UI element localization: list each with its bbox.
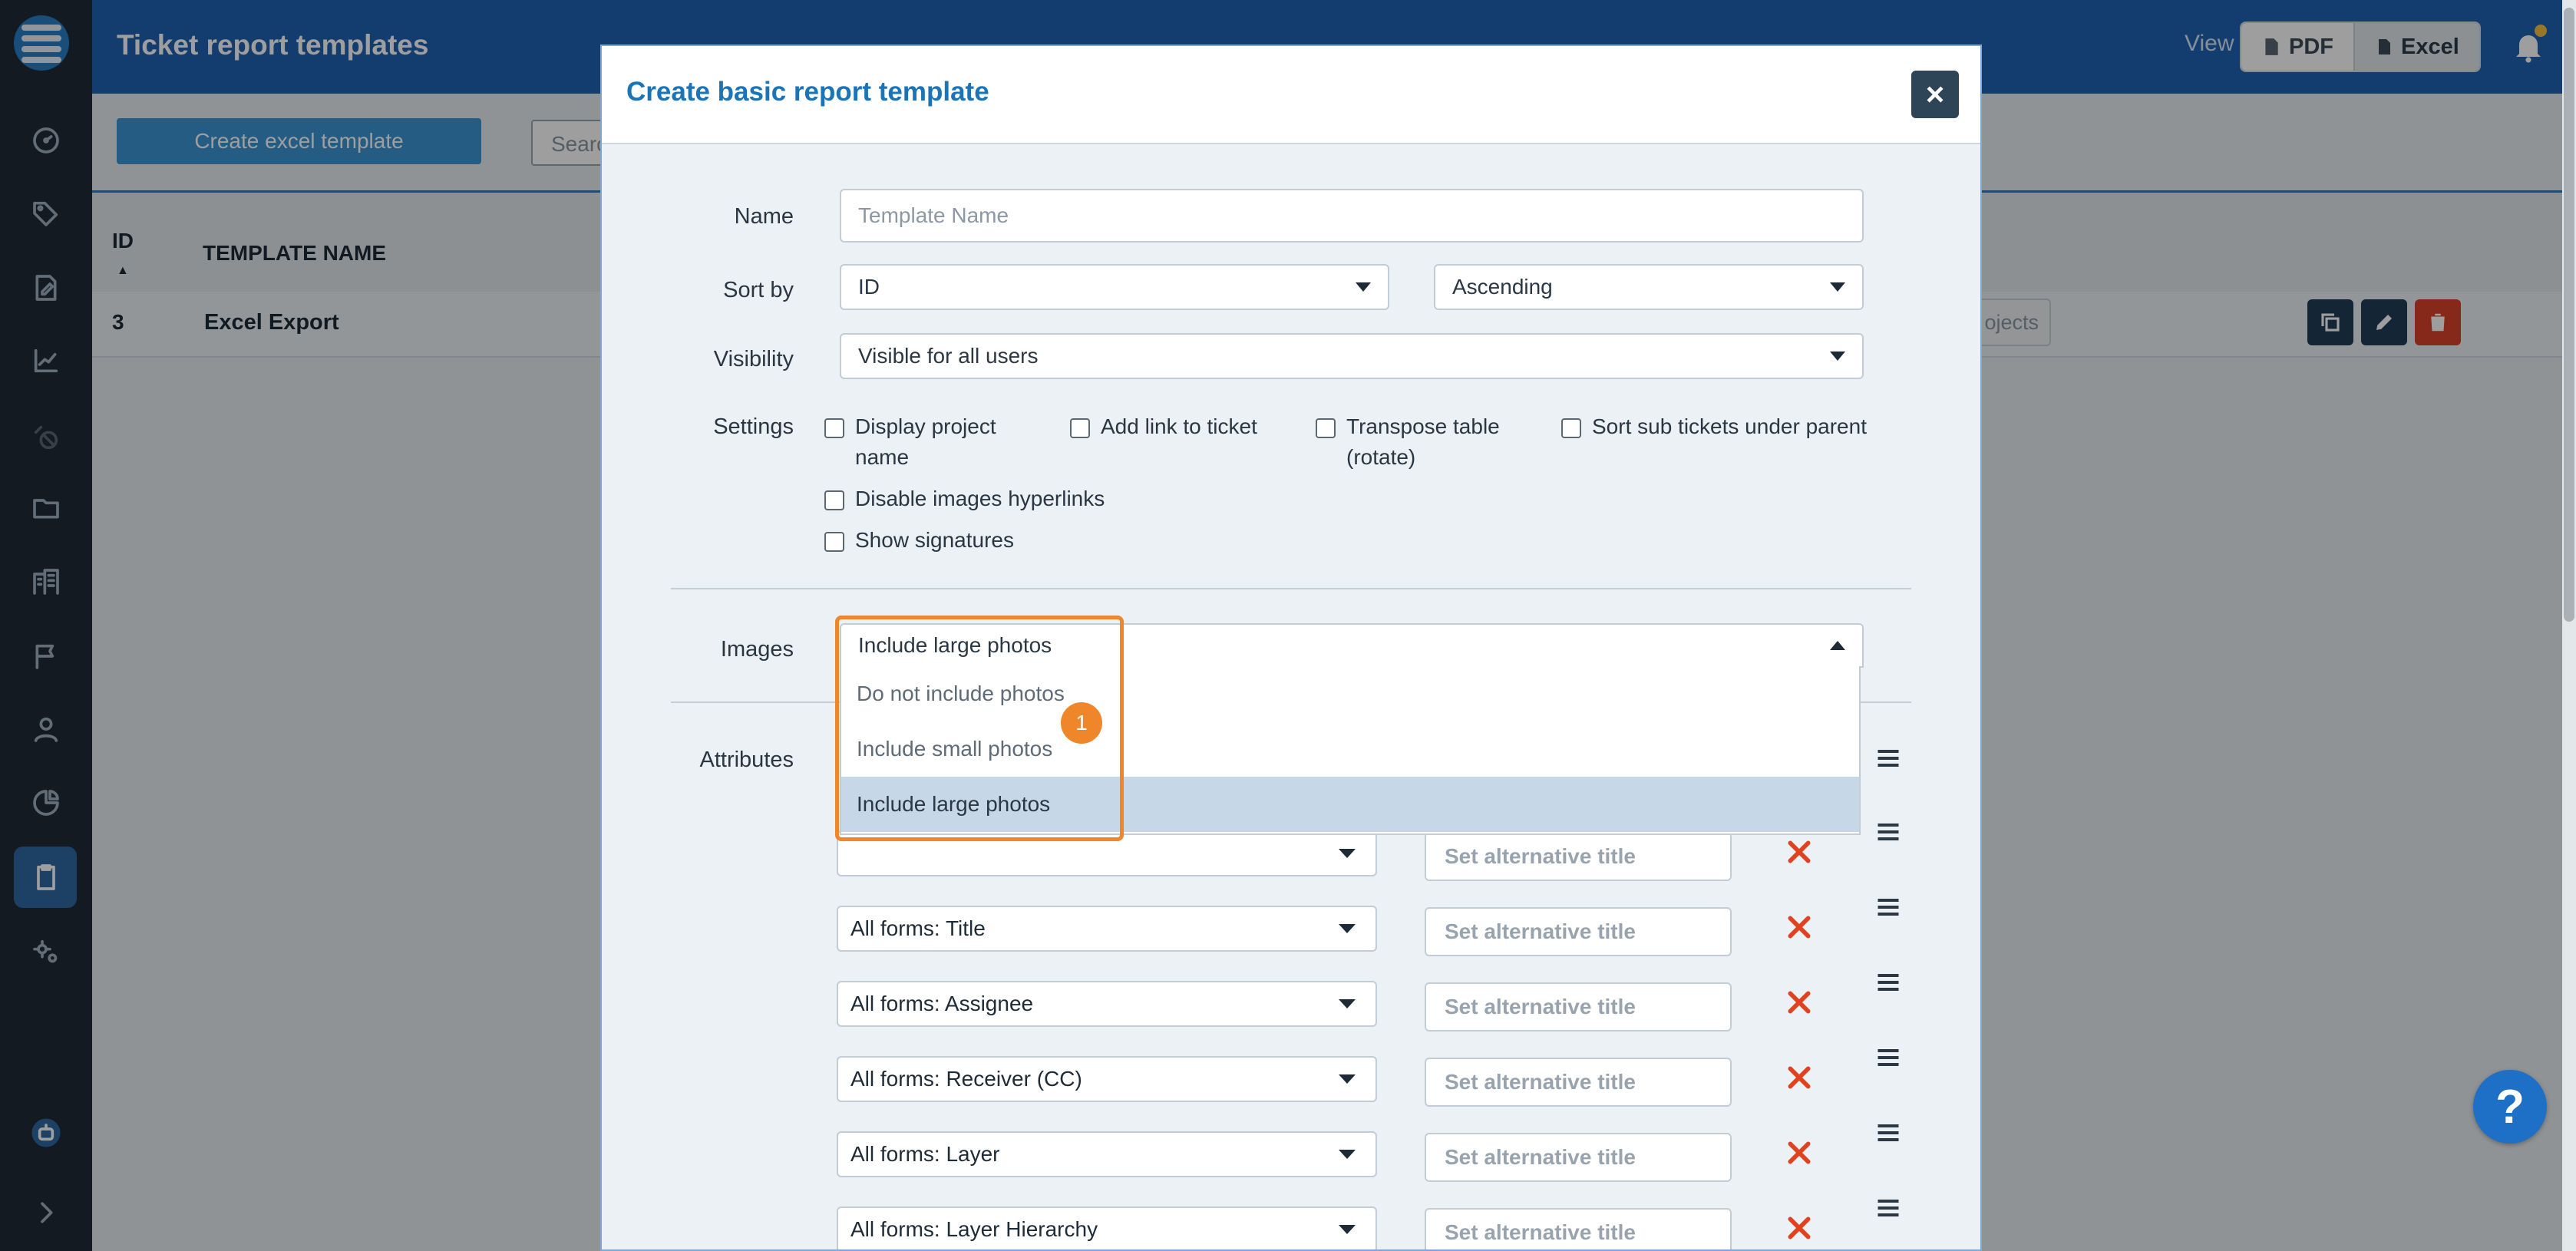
remove-attribute-icon[interactable] (1784, 837, 1815, 867)
sort-sub-tickets-label: Sort sub tickets under parent (1592, 414, 1867, 438)
sort-by-value: ID (858, 275, 880, 299)
remove-attribute-icon[interactable] (1784, 1062, 1815, 1093)
alternative-title-input[interactable]: Set alternative title (1425, 1133, 1732, 1182)
alternative-title-input[interactable]: Set alternative title (1425, 1208, 1732, 1249)
drag-handle-icon[interactable] (1874, 1044, 1902, 1071)
disable-images-hyperlinks-label: Disable images hyperlinks (855, 487, 1105, 510)
display-project-name-checkbox[interactable] (824, 418, 844, 438)
sort-order-value: Ascending (1452, 275, 1553, 299)
chevron-down-icon (1830, 352, 1845, 361)
visibility-value: Visible for all users (858, 344, 1039, 368)
chevron-down-icon (1356, 282, 1371, 292)
display-project-line2: name (855, 445, 910, 469)
add-link-checkbox[interactable] (1070, 418, 1090, 438)
drag-handle-icon[interactable] (1874, 893, 1902, 921)
remove-attribute-icon[interactable] (1784, 1137, 1815, 1168)
chevron-down-icon (1339, 1225, 1356, 1234)
help-button[interactable]: ? (2473, 1070, 2547, 1144)
drag-handle-icon[interactable] (1874, 1194, 1902, 1222)
transpose-table-checkbox[interactable] (1316, 418, 1336, 438)
show-signatures-label: Show signatures (855, 528, 1015, 552)
alternative-title-input[interactable]: Set alternative title (1425, 1058, 1732, 1107)
sort-order-select[interactable]: Ascending (1434, 264, 1864, 310)
name-label: Name (734, 204, 794, 229)
display-project-name-label: Display project name (855, 411, 996, 473)
transpose-table-label: Transpose table (rotate) (1346, 411, 1500, 473)
attribute-select[interactable]: All forms: Assignee (837, 981, 1377, 1027)
attributes-label: Attributes (699, 748, 794, 772)
attribute-field: All forms: Layer Hierarchy (850, 1217, 1098, 1241)
attribute-field: All forms: Layer (850, 1142, 1000, 1166)
chevron-down-icon (1339, 999, 1356, 1008)
show-signatures-checkbox[interactable] (824, 532, 844, 552)
create-template-modal: Create basic report template × Name Temp… (600, 45, 1982, 1251)
step-badge: 1 (1061, 702, 1102, 744)
sort-by-select[interactable]: ID (840, 264, 1389, 310)
sort-by-label: Sort by (723, 278, 794, 302)
transpose-line2: (rotate) (1346, 445, 1416, 469)
attribute-field: All forms: Title (850, 916, 986, 940)
chevron-down-icon (1830, 282, 1845, 292)
template-name-input[interactable]: Template Name (840, 189, 1864, 243)
settings-label: Settings (713, 414, 794, 439)
drag-handle-icon[interactable] (1874, 969, 1902, 996)
alternative-title-input[interactable]: Set alternative title (1425, 832, 1732, 881)
alternative-title-input[interactable]: Set alternative title (1425, 982, 1732, 1031)
drag-handle-icon[interactable] (1874, 744, 1902, 772)
sort-sub-tickets-checkbox[interactable] (1561, 418, 1581, 438)
remove-attribute-icon[interactable] (1784, 987, 1815, 1018)
section-divider (671, 588, 1911, 589)
attribute-select[interactable]: All forms: Receiver (CC) (837, 1056, 1377, 1102)
remove-attribute-icon[interactable] (1784, 1213, 1815, 1243)
chevron-down-icon (1339, 1074, 1356, 1084)
scrollbar-thumb[interactable] (2564, 8, 2574, 622)
chevron-down-icon (1339, 1150, 1356, 1159)
attribute-select[interactable]: All forms: Layer Hierarchy (837, 1206, 1377, 1249)
attribute-field: All forms: Receiver (CC) (850, 1067, 1082, 1091)
attribute-field: All forms: Assignee (850, 992, 1034, 1015)
visibility-label: Visibility (713, 347, 794, 371)
alternative-title-input[interactable]: Set alternative title (1425, 907, 1732, 956)
modal-title: Create basic report template (626, 77, 989, 107)
chevron-down-icon (1339, 924, 1356, 933)
drag-handle-icon[interactable] (1874, 818, 1902, 846)
images-label: Images (720, 637, 794, 662)
visibility-select[interactable]: Visible for all users (840, 333, 1864, 379)
display-project-line1: Display project (855, 414, 996, 438)
chevron-up-icon (1830, 641, 1845, 650)
add-link-label: Add link to ticket (1101, 414, 1257, 438)
attribute-select[interactable]: All forms: Title (837, 906, 1377, 952)
close-modal-button[interactable]: × (1911, 71, 1959, 118)
drag-handle-icon[interactable] (1874, 1119, 1902, 1147)
remove-attribute-icon[interactable] (1784, 912, 1815, 942)
transpose-line1: Transpose table (1346, 414, 1500, 438)
chevron-down-icon (1339, 849, 1356, 858)
attribute-select[interactable]: All forms: Layer (837, 1131, 1377, 1177)
disable-images-hyperlinks-checkbox[interactable] (824, 490, 844, 510)
